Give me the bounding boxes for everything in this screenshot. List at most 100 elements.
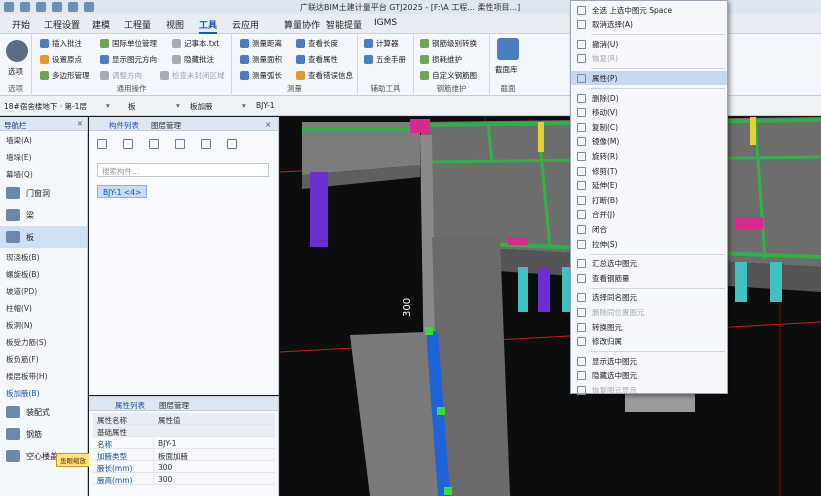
menu-item[interactable]: 修改归属 (571, 335, 727, 349)
tab-start[interactable]: 开始 (12, 18, 30, 31)
hide-note-button[interactable]: 隐藏批注 (172, 54, 214, 65)
menu-item[interactable]: 修剪(T) (571, 164, 727, 178)
menu-item[interactable]: 全选 上选中图元 Space (571, 3, 727, 17)
dropdown-arrow-icon[interactable]: ▾ (242, 101, 246, 110)
menu-item[interactable]: 删除(D) (571, 91, 727, 105)
tab-layer-manager[interactable]: 图层管理 (151, 120, 181, 131)
check-unclosed-button[interactable]: 检查未封闭区域 (160, 70, 225, 81)
menu-item[interactable]: 汇总选中图元 (571, 257, 727, 271)
nav-item-spiral-slab[interactable]: 螺旋板(B) (0, 265, 87, 282)
column[interactable] (538, 267, 550, 312)
tab-property-layer[interactable]: 图层管理 (159, 400, 189, 411)
menu-item[interactable]: 镜像(M) (571, 135, 727, 149)
menu-item[interactable]: 隐藏选中图元 (571, 369, 727, 383)
gear-icon[interactable] (6, 40, 28, 62)
delete-component-icon[interactable] (149, 139, 159, 149)
nav-item-floor-strip[interactable]: 楼层板带(H) (0, 367, 87, 384)
tab-component-list[interactable]: 构件列表 (109, 120, 139, 131)
menu-item[interactable]: 拉伸(S) (571, 237, 727, 251)
new-component-icon[interactable] (97, 139, 107, 149)
more-icon[interactable] (227, 139, 237, 149)
table-row[interactable]: 腋高(mm) 300 (93, 473, 275, 485)
menu-item[interactable]: 恢复(R) (571, 52, 727, 66)
tab-collaboration[interactable]: 算量协作 (284, 18, 320, 31)
nav-item-slab-hole[interactable]: 板洞(N) (0, 316, 87, 333)
tab-tools[interactable]: 工具 (199, 18, 218, 34)
close-icon[interactable]: × (265, 120, 271, 129)
model-canvas[interactable]: 300 (280, 117, 821, 496)
tab-igms[interactable]: IGMS (374, 18, 397, 28)
set-origin-button[interactable]: 设置原点 (40, 54, 82, 65)
menu-item[interactable]: 撤消(U) (571, 37, 727, 51)
nav-category-slab[interactable]: 板 (0, 226, 87, 248)
grip-handle[interactable] (437, 407, 445, 415)
section-library-button[interactable]: 截面库 (495, 64, 518, 75)
copy-component-icon[interactable] (123, 139, 133, 149)
adjust-direction-button[interactable]: 调整方向 (100, 70, 142, 81)
property-group-basic[interactable]: 基础属性 (93, 425, 275, 437)
insert-note-button[interactable]: 插入批注 (40, 38, 82, 49)
nav-category-prefab[interactable]: 装配式 (0, 401, 87, 423)
open-file-icon[interactable] (36, 2, 46, 12)
table-row[interactable]: 名称 BJY-1 (93, 437, 275, 449)
menu-item[interactable]: 取消选择(A) (571, 18, 727, 32)
new-file-icon[interactable] (20, 2, 30, 12)
notepad-button[interactable]: 记事本.txt (172, 38, 219, 49)
view-errors-button[interactable]: 查看错误信息 (296, 70, 353, 81)
calculator-button[interactable]: 计算器 (364, 38, 399, 49)
nav-item-cast-slab[interactable]: 现浇板(B) (0, 248, 87, 265)
filter-icon[interactable] (175, 139, 185, 149)
menu-item[interactable]: 恢复图元显示 (571, 383, 727, 397)
dropdown-arrow-icon[interactable]: ▾ (176, 101, 180, 110)
measure-distance-button[interactable]: 测量距离 (240, 38, 282, 49)
save-icon[interactable] (52, 2, 62, 12)
dropdown-arrow-icon[interactable]: ▾ (106, 101, 110, 110)
nav-item-slab-haunch[interactable]: 板加腋(B) (0, 384, 87, 401)
hardware-manual-button[interactable]: 五金手册 (364, 54, 406, 65)
unit-manager-button[interactable]: 国际单位管理 (100, 38, 157, 49)
tab-project-settings[interactable]: 工程设置 (44, 18, 80, 31)
menu-item[interactable]: 合并(J) (571, 208, 727, 222)
model-viewport[interactable]: 300 (280, 117, 821, 496)
measure-arc-button[interactable]: 测量弧长 (240, 70, 282, 81)
menu-item[interactable]: 复制(C) (571, 120, 727, 134)
menu-item[interactable]: 属性(P) (571, 71, 727, 86)
menu-item[interactable]: 删除同位置图元 (571, 305, 727, 319)
tab-property-list[interactable]: 属性列表 (115, 400, 145, 411)
nav-item-curtain-wall[interactable]: 幕墙(Q) (0, 165, 87, 182)
menu-item[interactable]: 查看钢筋量 (571, 271, 727, 285)
nav-item-wall-pier[interactable]: 墙垛(E) (0, 148, 87, 165)
measure-area-button[interactable]: 测量面积 (240, 54, 282, 65)
menu-item[interactable]: 转换图元 (571, 320, 727, 334)
grip-handle[interactable] (425, 327, 433, 335)
section-library-icon[interactable] (497, 38, 519, 60)
menu-item[interactable]: 打断(B) (571, 193, 727, 207)
view-properties-button[interactable]: 查看属性 (296, 54, 338, 65)
floor-select[interactable]: 18#宿舍楼地下 · 第-1层 (4, 101, 87, 112)
menu-item[interactable]: 闭合 (571, 222, 727, 236)
subtype-select[interactable]: 板加腋 (190, 101, 213, 112)
view-length-button[interactable]: 查看长度 (296, 38, 338, 49)
component-search-input[interactable]: 搜索构件... (97, 163, 269, 177)
close-icon[interactable]: × (77, 119, 83, 128)
tab-modeling[interactable]: 建模 (92, 18, 110, 31)
loss-maintenance-button[interactable]: 损耗维护 (420, 54, 462, 65)
rebar-grade-convert-button[interactable]: 钢筋级别转换 (420, 38, 477, 49)
tab-smart-extract[interactable]: 智能提量 (326, 18, 362, 31)
component-item-bjy1[interactable]: BJY-1 <4> (97, 185, 148, 198)
column[interactable] (770, 262, 782, 302)
tab-cloud[interactable]: 云应用 (232, 18, 259, 31)
nav-item-wall-beam[interactable]: 墙梁(A) (0, 131, 87, 148)
nav-item-column-cap[interactable]: 柱帽(V) (0, 299, 87, 316)
menu-item[interactable]: 选择同名图元 (571, 291, 727, 305)
tab-quantity[interactable]: 工程量 (124, 18, 151, 31)
nav-item-slab-neg-rebar[interactable]: 板负筋(F) (0, 350, 87, 367)
component-name-select[interactable]: BJY-1 (256, 101, 275, 110)
tab-view[interactable]: 视图 (166, 18, 184, 31)
nav-category-openings[interactable]: 门窗洞 (0, 182, 87, 204)
polygon-manager-button[interactable]: 多边形管理 (40, 70, 90, 81)
column[interactable] (310, 172, 328, 247)
options-button[interactable]: 选项 (8, 66, 23, 77)
column[interactable] (735, 262, 747, 302)
nav-item-ramp[interactable]: 坡道(PD) (0, 282, 87, 299)
